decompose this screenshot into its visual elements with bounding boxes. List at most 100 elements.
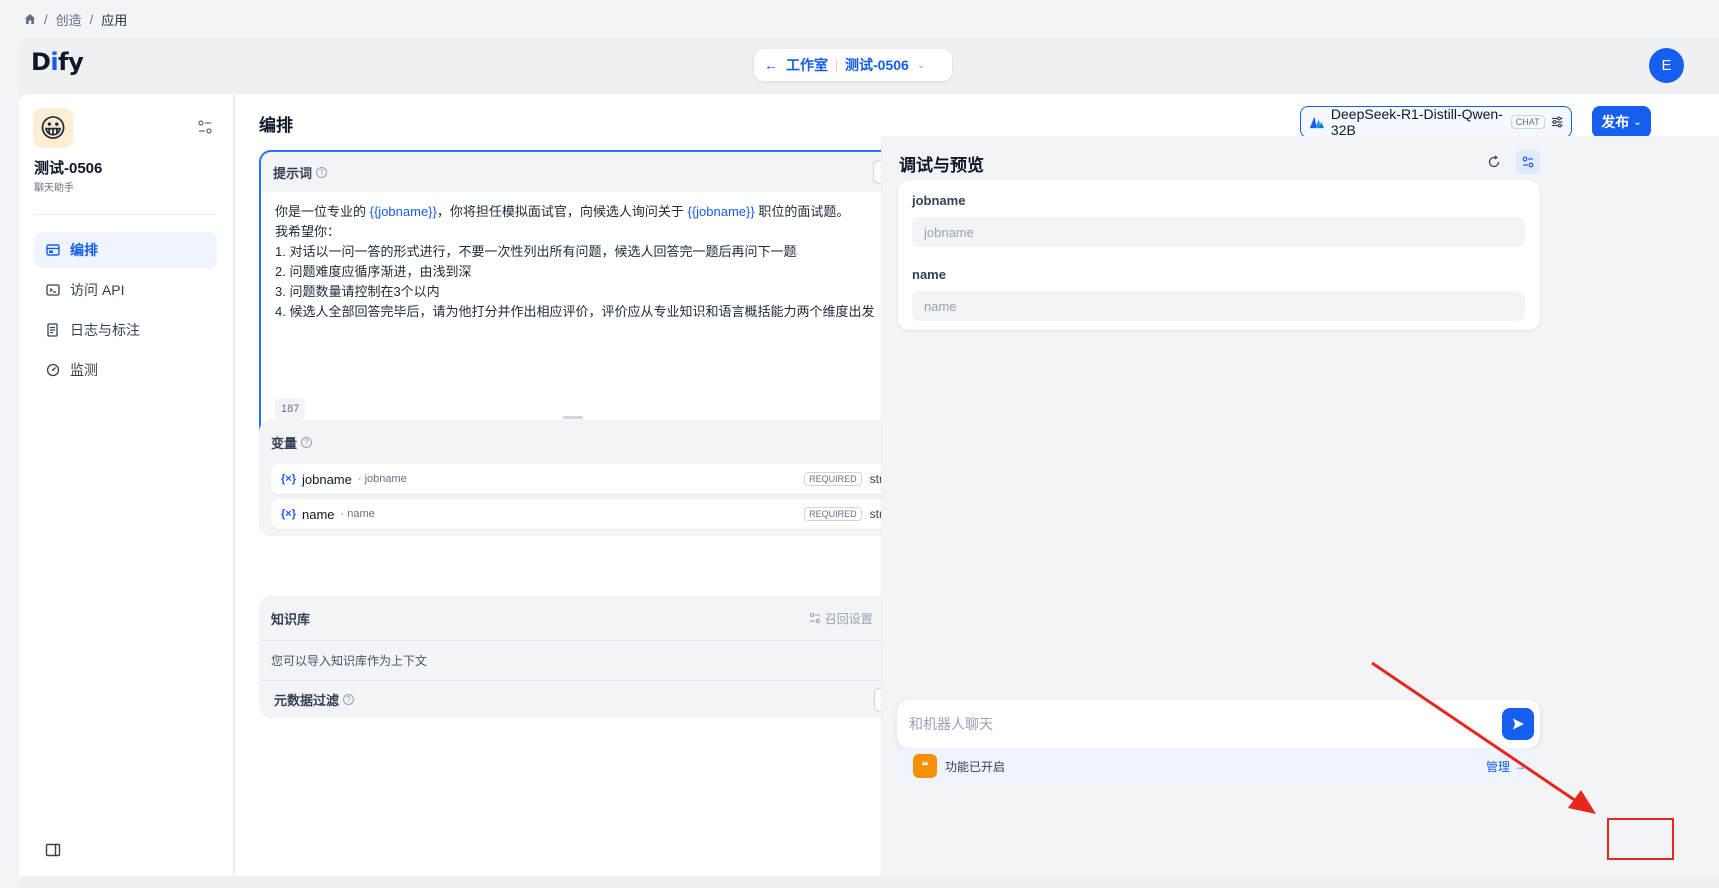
- prompt-text: 你是一位专业的: [275, 204, 370, 219]
- home-icon[interactable]: [24, 13, 36, 25]
- layout-icon: [46, 244, 60, 256]
- sidebar-item-monitor[interactable]: 监测: [34, 352, 217, 388]
- model-mode-badge: CHAT: [1510, 115, 1545, 129]
- dashboard-icon: [46, 363, 60, 377]
- prompt-variable: {{jobname}}: [369, 204, 437, 219]
- variables-settings-icon[interactable]: [1516, 150, 1540, 174]
- app-settings-icon[interactable]: [197, 119, 213, 135]
- app-switcher: ← 工作室 测试-0506 ⌄: [754, 49, 952, 81]
- chevron-down-icon: ⌄: [1633, 116, 1642, 128]
- chat-input[interactable]: [909, 716, 1502, 732]
- variable-row[interactable]: {×} jobname · jobname REQUIRED string: [271, 464, 929, 494]
- page-title: 编排: [259, 116, 293, 135]
- arrow-left-icon[interactable]: ←: [764, 57, 778, 73]
- annotation-highlight-box: [1607, 818, 1674, 860]
- variable-name-text: name: [347, 508, 375, 520]
- variables-panel: 变量 ? + 添加 {×} jobname · jobname REQUIRED…: [259, 420, 941, 536]
- variables-label: 变量: [271, 435, 298, 451]
- publish-button[interactable]: 发布 ⌄: [1592, 106, 1651, 138]
- jobname-input[interactable]: [912, 217, 1525, 247]
- breadcrumb-separator: /: [44, 11, 48, 27]
- app-type: 聊天助手: [34, 183, 74, 194]
- main-panel: 编排 DeepSeek-R1-Distill-Qwen-32B CHAT 发布 …: [235, 94, 1719, 876]
- help-icon[interactable]: ?: [301, 436, 313, 448]
- app-name: 测试-0506: [34, 160, 103, 177]
- file-list-icon: [47, 323, 58, 337]
- debug-actions: [1482, 150, 1540, 174]
- variable-braces-icon: {×}: [281, 508, 296, 520]
- terminal-icon: [46, 284, 60, 296]
- prompt-variable: {{jobname}}: [687, 204, 755, 219]
- recall-label: 召回设置: [824, 611, 873, 626]
- settings-icon: [809, 612, 820, 624]
- debug-preview-panel: 调试与预览 jobname name ❝ 功能已开启 管理: [881, 136, 1719, 876]
- chevron-down-icon[interactable]: ⌄: [917, 60, 925, 71]
- sidebar: 😀 测试-0506 聊天助手 编排 访问 API 日志与标注 监测: [19, 94, 234, 876]
- prompt-line: 你是一位专业的 {{jobname}}，你将担任模拟面试官，向候选人询问关于 {…: [275, 202, 925, 222]
- arrow-right-icon: →: [1514, 759, 1526, 773]
- sidebar-item-label: 编排: [70, 242, 98, 258]
- variable-braces-icon: {×}: [281, 473, 296, 485]
- prompt-line: 3. 问题数量请控制在3个以内: [275, 284, 440, 299]
- app-emoji-icon: 😀: [33, 108, 73, 148]
- dify-logo[interactable]: Dify: [31, 48, 84, 76]
- feature-quote-icon: ❝: [913, 754, 937, 778]
- prompt-line: 2. 问题难度应循序渐进，由浅到深: [275, 264, 472, 279]
- divider: [34, 214, 217, 215]
- recall-settings-button[interactable]: 召回设置: [809, 610, 873, 627]
- prompt-text: ，你将担任模拟面试官，向候选人询问关于: [436, 204, 688, 219]
- sidebar-nav: 编排 访问 API 日志与标注 监测: [34, 232, 217, 392]
- metadata-filter-row: 元数据过滤 ? 禁用 ⌄: [259, 680, 941, 718]
- variable-name: · jobname: [357, 473, 407, 485]
- sidebar-item-logs[interactable]: 日志与标注: [34, 312, 217, 348]
- sidebar-item-label: 日志与标注: [70, 322, 140, 338]
- jobname-field-label: jobname: [912, 193, 966, 208]
- resize-handle[interactable]: [563, 416, 583, 419]
- prompt-title: 提示词: [273, 165, 313, 181]
- breadcrumb-separator: /: [89, 11, 94, 27]
- sidebar-item-api[interactable]: 访问 API: [34, 272, 217, 308]
- name-input[interactable]: [912, 291, 1525, 321]
- help-icon[interactable]: ?: [316, 166, 328, 178]
- metadata-filter-label: 元数据过滤: [274, 693, 340, 708]
- publish-label: 发布: [1601, 114, 1630, 130]
- sidebar-item-label: 监测: [70, 362, 98, 378]
- prompt-line: 我希望你：: [275, 224, 341, 239]
- sidebar-collapse-icon[interactable]: [45, 842, 61, 858]
- breadcrumb-item-create[interactable]: 创造: [56, 10, 82, 29]
- user-avatar[interactable]: E: [1649, 48, 1684, 83]
- char-count: 187: [275, 398, 306, 420]
- sidebar-item-orchestrate[interactable]: 编排: [34, 232, 217, 268]
- divider: [836, 58, 837, 72]
- help-icon[interactable]: ?: [343, 694, 355, 705]
- required-badge: REQUIRED: [804, 507, 862, 521]
- refresh-icon[interactable]: [1482, 150, 1506, 174]
- model-selector-button[interactable]: DeepSeek-R1-Distill-Qwen-32B CHAT: [1300, 106, 1572, 138]
- model-provider-icon: [1309, 116, 1325, 129]
- chat-input-box: [897, 700, 1540, 748]
- prompt-textarea[interactable]: 你是一位专业的 {{jobname}}，你将担任模拟面试官，向候选人询问关于 {…: [261, 192, 939, 443]
- manage-features-button[interactable]: 管理 →: [1486, 758, 1526, 775]
- current-app-label[interactable]: 测试-0506: [845, 55, 909, 75]
- prompt-line: 4. 候选人全部回答完毕后，请为他打分并作出相应评价，评价应从专业知识和语言概括…: [275, 304, 875, 319]
- variable-row[interactable]: {×} name · name REQUIRED string: [271, 499, 929, 529]
- variables-header: 变量 ? + 添加: [259, 420, 941, 464]
- breadcrumb: / 创造 / 应用: [24, 10, 127, 28]
- model-name: DeepSeek-R1-Distill-Qwen-32B: [1330, 106, 1503, 138]
- back-to-studio-link[interactable]: 工作室: [786, 55, 828, 75]
- prompt-line: 1. 对话以一问一答的形式进行，不要一次性列出所有问题，候选人回答完一题后再问下…: [275, 244, 797, 259]
- breadcrumb-item-apps[interactable]: 应用: [101, 10, 127, 29]
- metadata-filter-title: 元数据过滤 ?: [274, 690, 355, 709]
- prompt-text: 职位的面试题。: [754, 204, 850, 219]
- knowledge-header: 知识库 召回设置 + 添加: [259, 596, 941, 640]
- manage-label: 管理: [1485, 759, 1510, 774]
- sliders-icon: [1551, 116, 1563, 128]
- send-button[interactable]: [1502, 708, 1534, 740]
- debug-variables-card: jobname name: [898, 180, 1540, 330]
- variable-name: · name: [340, 508, 375, 520]
- knowledge-panel: 知识库 召回设置 + 添加 您可以导入知识库作为上下文 元数据过滤 ? 禁用 ⌄: [259, 596, 941, 718]
- required-badge: REQUIRED: [804, 472, 862, 486]
- feature-label: 功能已开启: [945, 759, 1006, 774]
- name-field-label: name: [912, 267, 946, 282]
- variable-key: jobname: [302, 471, 352, 487]
